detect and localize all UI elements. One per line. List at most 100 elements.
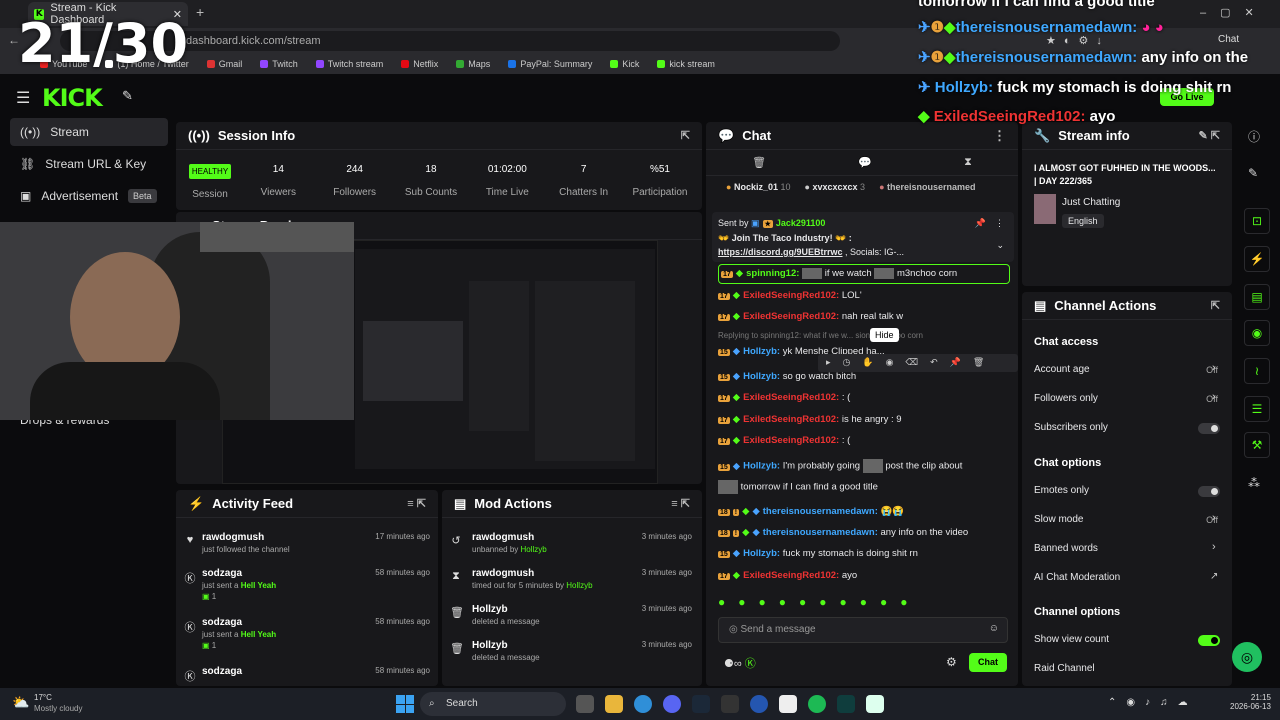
channel-actions-header: ▤ Channel Actions ⇱ [1022, 292, 1232, 320]
raid-channel-label[interactable]: Raid Channel [1034, 663, 1095, 674]
bookmark-gmail[interactable]: Gmail [206, 59, 242, 69]
language-badge: English [1062, 214, 1104, 228]
kick-icon: Ⓚ [184, 573, 196, 585]
window-controls-icon[interactable]: –▢✕ [1200, 6, 1268, 19]
broadcast-icon: ((•)) [20, 125, 41, 139]
support-icon[interactable]: ◎ [1232, 642, 1262, 672]
chat-message[interactable]: 17 ◆ ExiledSeeingRed102: : ( [718, 435, 850, 446]
settings-icon[interactable]: ⚙ [946, 655, 957, 669]
slow-mode-label[interactable]: Slow mode [1034, 514, 1083, 525]
chat-message[interactable]: 15 ◆ Hollzyb: I'm probably going post the … [718, 459, 962, 473]
activity-item: Ⓚsodzaga 58 minutes ago [184, 666, 431, 683]
chat-leaderboard: ● Nockiz_01 10 ● xvxcxcxcx 3 ● thereisno… [706, 176, 1018, 198]
chat-footer-icons[interactable]: ⚈∞ Ⓚ [724, 655, 756, 671]
timer-icon[interactable]: ⧗ [964, 156, 972, 169]
wrench-icon[interactable]: ⚒ [1244, 432, 1270, 458]
banned-words-label[interactable]: Banned words [1034, 543, 1098, 554]
leader-item[interactable]: ● Nockiz_01 10 [726, 182, 791, 192]
challenge-counter: 21/30 [18, 12, 189, 75]
bookmark-kick[interactable]: Kick [610, 59, 639, 69]
taskbar-clock[interactable]: 21:15 2026-06-13 [1230, 693, 1271, 711]
chat-message[interactable]: 17 ◆ ExiledSeeingRed102: LOL' [718, 290, 862, 301]
activity-item: Ⓚsodzaga just sent a Hell Yeah ▣ 1 58 minut… [184, 568, 431, 601]
system-tray-icons[interactable]: ⌃◉♪♫☁ [1108, 697, 1198, 708]
emotes-only-toggle[interactable] [1198, 486, 1220, 497]
external-link-icon[interactable]: ↗ [1210, 571, 1218, 582]
terminal-icon [837, 695, 855, 713]
popout-icon[interactable]: ⇱ [681, 129, 690, 142]
subscribers-only-toggle[interactable] [1198, 423, 1220, 434]
taskbar-search[interactable]: ⌕ Search [420, 692, 566, 716]
chat-message[interactable]: 15 ◆ Hollzyb: so go watch bitch [718, 371, 856, 382]
chat-message[interactable]: 18! ◆ ◆ thereisnousernamedawn: any info on … [718, 527, 968, 538]
filter-icon[interactable]: ≡ ⇱ [407, 497, 426, 510]
edit-icon[interactable]: ✎ ⇱ [1199, 129, 1221, 142]
leader-item[interactable]: ● xvxcxcxcx 3 [805, 182, 866, 192]
sidebar-item-stream-url[interactable]: ⛓ Stream URL & Key [10, 150, 168, 178]
chevron-right-icon[interactable]: › [1212, 512, 1216, 524]
link-icon: ⛓ [20, 157, 36, 171]
chat-message[interactable]: 15 ◆ Hollzyb: fuck my stomach is doing shi… [718, 548, 918, 559]
send-chat-button[interactable]: Chat [969, 653, 1007, 672]
task-view-icon [576, 695, 594, 713]
pin-icon[interactable]: ✎ [122, 88, 133, 104]
list-icon[interactable]: ☰ [1244, 396, 1270, 422]
info-icon[interactable]: ⓘ [1248, 128, 1260, 145]
trash-icon[interactable]: 🗑 [752, 156, 766, 169]
chat-message[interactable]: 17 ◆ ExiledSeeingRed102: : ( [718, 392, 850, 403]
camera-icon[interactable]: ⊡ [1244, 208, 1270, 234]
account-age-label[interactable]: Account age [1034, 364, 1090, 375]
windows-start-icon[interactable] [396, 695, 414, 713]
chat-message-highlighted[interactable]: 17 ◆ spinning12: if we watch m3nchoo corn [718, 264, 1010, 284]
new-tab-icon[interactable]: + [196, 4, 204, 20]
taskbar-apps[interactable] [576, 695, 884, 713]
message-action-toolbar[interactable]: ▸◷✋◉⌫↶📌🗑 [818, 354, 1018, 372]
chat-bubble-icon[interactable]: 💬 [858, 156, 872, 169]
bookmark-netflix[interactable]: Netflix [401, 59, 438, 69]
bookmark-maps[interactable]: Maps [456, 59, 490, 69]
pencil-icon[interactable]: ✎ [1248, 166, 1258, 180]
ai-moderation-label[interactable]: AI Chat Moderation [1034, 572, 1120, 583]
palette-icon[interactable]: ⁂ [1248, 476, 1260, 490]
chat-message-continued[interactable]: tomorrow if I can find a good title [718, 480, 878, 494]
chat-message[interactable]: 17 ◆ ExiledSeeingRed102: nah real talk w [718, 311, 903, 322]
activity-item: ♥ rawdogmush just followed the channel 17 m… [186, 532, 430, 554]
menu-icon[interactable]: ☰ [16, 88, 30, 108]
chat-message[interactable]: 18! ◆ ◆ thereisnousernamedawn: 😭😭 [718, 506, 904, 517]
leader-item[interactable]: ● thereisnousernamed [879, 182, 975, 192]
kick-logo[interactable]: KICK [42, 84, 103, 112]
file-explorer-icon [605, 695, 623, 713]
chat-input[interactable]: ◎ Send a message ☺ [718, 617, 1008, 643]
bookmark-kick-stream[interactable]: kick stream [657, 59, 715, 69]
followers-only-label[interactable]: Followers only [1034, 393, 1098, 404]
sidebar-item-stream[interactable]: ((•)) Stream [10, 118, 168, 146]
overlay-chat-line: ◆ ExiledSeeingRed102: ayo [918, 108, 1116, 125]
bookmark-twitch[interactable]: Twitch [260, 59, 298, 69]
document-icon[interactable]: ▤ [1244, 284, 1270, 310]
chevron-right-icon[interactable]: › [1212, 541, 1216, 553]
chat-message[interactable]: 17 ◆ ExiledSeeingRed102: is he angry : 9 [718, 414, 902, 425]
filter-icon[interactable]: ≡ ⇱ [671, 497, 690, 510]
pinned-message[interactable]: Sent by ▣ ★ Jack291100 📌 ⋮ 👐 Join The Taco I… [712, 212, 1014, 262]
popout-icon[interactable]: ⇱ [1211, 299, 1220, 312]
lightning-icon[interactable]: ⚡ [1244, 246, 1270, 272]
chevron-right-icon[interactable]: › [1212, 391, 1216, 403]
emote-bar[interactable]: ●●●●●●●●●● [718, 595, 1010, 609]
list-icon: ▤ [454, 495, 467, 511]
discord-icon [663, 695, 681, 713]
more-icon[interactable]: ⋮ [993, 128, 1006, 144]
bookmark-twitch-stream[interactable]: Twitch stream [315, 59, 383, 69]
bookmark-paypal[interactable]: PayPal: Summary [508, 59, 592, 69]
show-view-count-toggle[interactable] [1198, 635, 1220, 646]
broadcast-icon[interactable]: ≀ [1244, 358, 1270, 384]
gift-icon: ▣ [202, 592, 210, 601]
weather-icon[interactable]: ⛅ [12, 694, 29, 711]
chat-message[interactable]: 17 ◆ ExiledSeeingRed102: ayo [718, 570, 857, 581]
chevron-right-icon[interactable]: › [1212, 362, 1216, 374]
category-name[interactable]: Just Chatting [1062, 197, 1120, 208]
chat-icon[interactable]: ◉ [1244, 320, 1270, 346]
chat-extension-button[interactable]: Chat [1218, 34, 1239, 45]
chat-access-heading: Chat access [1034, 336, 1099, 348]
sidebar-item-advertisement[interactable]: ▣ Advertisement Beta [10, 182, 168, 210]
session-info-title: Session Info [217, 128, 296, 143]
